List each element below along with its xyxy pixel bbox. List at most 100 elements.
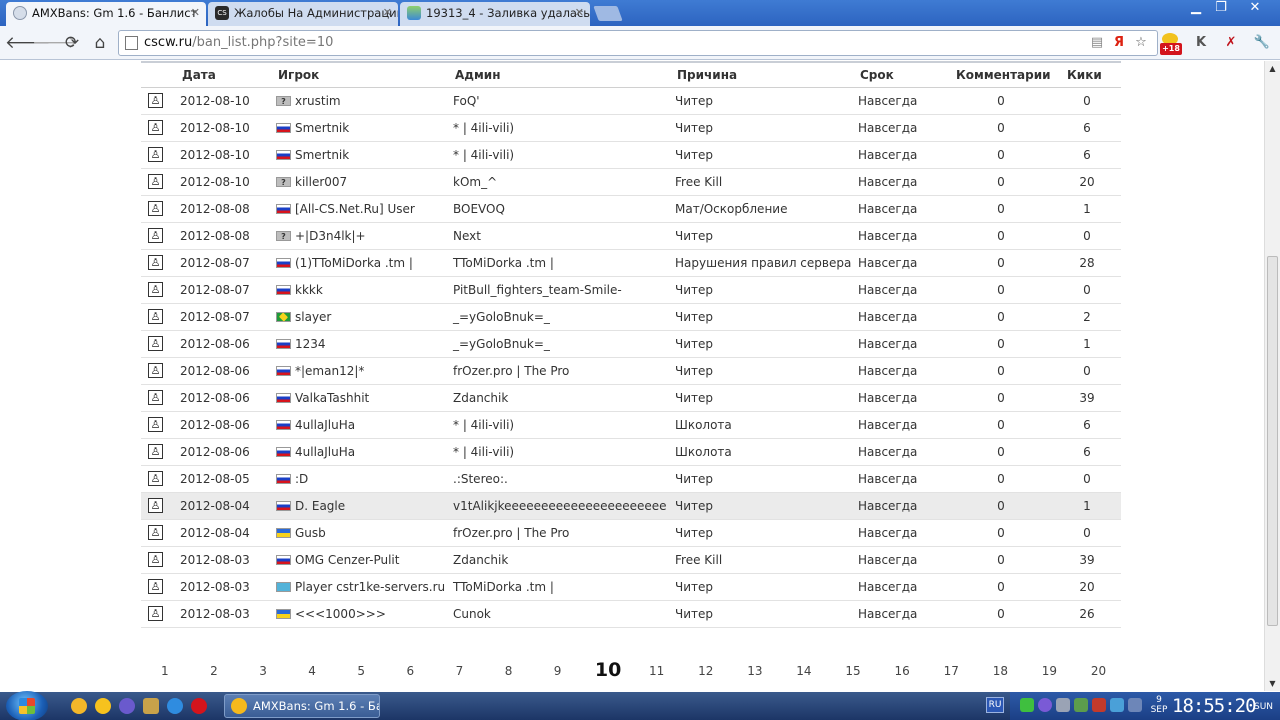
page-action-icon[interactable]: ▤	[1089, 35, 1105, 51]
tray-icon[interactable]	[1038, 698, 1052, 712]
table-row[interactable]: ♙ 2012-08-04 Gusb frOzer.pro | The Pro Читер…	[141, 520, 1121, 547]
ban-details-icon[interactable]: ♙	[148, 390, 163, 405]
wrench-icon[interactable]: 🔧	[1252, 33, 1272, 53]
bookmark-star-icon[interactable]: ☆	[1133, 35, 1149, 51]
ban-details-icon[interactable]: ♙	[148, 525, 163, 540]
table-row[interactable]: ♙ 2012-08-10? killer007 kOm_^ Free Kill Навсе…	[141, 169, 1121, 196]
page-link[interactable]: 7	[456, 664, 464, 678]
ban-details-icon[interactable]: ♙	[148, 471, 163, 486]
ban-details-icon[interactable]: ♙	[148, 552, 163, 567]
vertical-scrollbar[interactable]: ▲ ▼	[1264, 61, 1280, 691]
minimize-button[interactable]: ▁	[1183, 0, 1209, 18]
table-row[interactable]: ♙ 2012-08-07 slayer _=yGoloBnuk=_ Читер Навсе…	[141, 304, 1121, 331]
table-row[interactable]: ♙ 2012-08-07 kkkk PitBull_fighters_team-Smi…	[141, 277, 1121, 304]
scroll-down-arrow[interactable]: ▼	[1265, 676, 1280, 691]
ban-details-icon[interactable]: ♙	[148, 174, 163, 189]
language-indicator[interactable]: RU	[986, 697, 1004, 713]
page-link[interactable]: 6	[407, 664, 415, 678]
opera-icon[interactable]	[191, 698, 207, 714]
quicklaunch-icon[interactable]	[71, 698, 87, 714]
ban-details-icon[interactable]: ♙	[148, 336, 163, 351]
ban-details-icon[interactable]: ♙	[148, 444, 163, 459]
page-link[interactable]: 16	[895, 664, 910, 678]
page-link[interactable]: 3	[259, 664, 267, 678]
ban-details-icon[interactable]: ♙	[148, 120, 163, 135]
tray-icon[interactable]	[1128, 698, 1142, 712]
quicklaunch-icon[interactable]	[119, 698, 135, 714]
ban-details-icon[interactable]: ♙	[148, 147, 163, 162]
page-link[interactable]: 12	[698, 664, 713, 678]
reload-button[interactable]: ⟳	[61, 32, 83, 54]
extension-icon[interactable]: +18	[1160, 33, 1182, 55]
maximize-button[interactable]: ❐	[1208, 0, 1234, 18]
table-row[interactable]: ♙ 2012-08-06 1234 _=yGoloBnuk=_ Читер Навсегд…	[141, 331, 1121, 358]
tab-complaints[interactable]: CS Жалобы На Администрацию ✕	[208, 2, 398, 26]
ban-details-icon[interactable]: ♙	[148, 282, 163, 297]
table-row[interactable]: ♙ 2012-08-06 4ullaJluHa * | 4ili-vili) Школо…	[141, 412, 1121, 439]
table-row[interactable]: ♙ 2012-08-03 Player cstr1ke-servers.ru TToM…	[141, 574, 1121, 601]
tray-icon[interactable]	[1110, 698, 1124, 712]
ban-details-icon[interactable]: ♙	[148, 309, 163, 324]
table-row[interactable]: ♙ 2012-08-08? +|D3n4lk|+ Next Читер Навсегда 0…	[141, 223, 1121, 250]
page-link[interactable]: 5	[357, 664, 365, 678]
ban-details-icon[interactable]: ♙	[148, 579, 163, 594]
home-button[interactable]: ⌂	[89, 32, 111, 54]
table-row[interactable]: ♙ 2012-08-10 Smertnik * | 4ili-vili) Читер На…	[141, 142, 1121, 169]
page-link[interactable]: 9	[554, 664, 562, 678]
yandex-icon[interactable]: Я	[1111, 35, 1127, 51]
page-link[interactable]: 2	[210, 664, 218, 678]
tray-check-icon[interactable]	[1020, 698, 1034, 712]
table-row[interactable]: ♙ 2012-08-05:D .:Stereo:. Читер Навсегда 0 0	[141, 466, 1121, 493]
tab-upload[interactable]: 19313_4 - Заливка удалась - ✕	[400, 2, 590, 26]
table-row[interactable]: ♙ 2012-08-03 OMG Cenzer-Pulit Zdanchik Free …	[141, 547, 1121, 574]
page-link[interactable]: 1	[161, 664, 169, 678]
ban-details-icon[interactable]: ♙	[148, 606, 163, 621]
ban-details-icon[interactable]: ♙	[148, 255, 163, 270]
tray-volume-icon[interactable]	[1092, 698, 1106, 712]
ie-icon[interactable]	[167, 698, 183, 714]
table-row[interactable]: ♙ 2012-08-04 D. Eagle v1tAlikjkeeeeeeeeeeee…	[141, 493, 1121, 520]
table-row[interactable]: ♙ 2012-08-06 ValkaTashhit Zdanchik Читер Навс…	[141, 385, 1121, 412]
current-page[interactable]: 10	[595, 659, 621, 681]
page-link[interactable]: 17	[944, 664, 959, 678]
kaspersky-k-icon[interactable]: K	[1191, 33, 1211, 53]
close-icon[interactable]: ✕	[575, 2, 584, 24]
start-button[interactable]	[6, 691, 48, 720]
page-link[interactable]: 19	[1042, 664, 1057, 678]
kaspersky-block-icon[interactable]: ✗	[1221, 33, 1241, 53]
table-row[interactable]: ♙ 2012-08-10? xrustim FoQ' Читер Навсегда 0 0	[141, 88, 1121, 115]
address-bar[interactable]: cscw.ru/ban_list.php?site=10 ▤ Я ☆	[118, 30, 1158, 56]
taskbar-window-button[interactable]: AMXBans: Gm 1.6 - Ба...	[224, 694, 380, 718]
page-link[interactable]: 15	[845, 664, 860, 678]
ban-details-icon[interactable]: ♙	[148, 201, 163, 216]
table-row[interactable]: ♙ 2012-08-03 <<<1000>>> Cunok Читер Навсегда 0…	[141, 601, 1121, 628]
ban-details-icon[interactable]: ♙	[148, 93, 163, 108]
ban-details-icon[interactable]: ♙	[148, 417, 163, 432]
table-row[interactable]: ♙ 2012-08-06 4ullaJluHa * | 4ili-vili) Школо…	[141, 439, 1121, 466]
close-window-button[interactable]: ✕	[1240, 0, 1270, 18]
table-row[interactable]: ♙ 2012-08-08 [All-CS.Net.Ru] User BOEVOQ Мат…	[141, 196, 1121, 223]
back-button[interactable]: 🡐	[5, 32, 51, 54]
page-link[interactable]: 8	[505, 664, 513, 678]
quicklaunch-icon[interactable]	[95, 698, 111, 714]
close-icon[interactable]: ✕	[191, 2, 200, 24]
ban-details-icon[interactable]: ♙	[148, 498, 163, 513]
page-link[interactable]: 14	[796, 664, 811, 678]
quicklaunch-icon[interactable]	[143, 698, 159, 714]
ban-details-icon[interactable]: ♙	[148, 228, 163, 243]
page-link[interactable]: 20	[1091, 664, 1106, 678]
address-url[interactable]: cscw.ru/ban_list.php?site=10	[144, 31, 333, 55]
tray-icon[interactable]	[1056, 698, 1070, 712]
scroll-up-arrow[interactable]: ▲	[1265, 61, 1280, 76]
table-row[interactable]: ♙ 2012-08-10 Smertnik * | 4ili-vili) Читер На…	[141, 115, 1121, 142]
forward-button[interactable]: 🡒	[32, 32, 78, 54]
table-row[interactable]: ♙ 2012-08-07 (1)TToMiDorka .tm | TToMiDorka…	[141, 250, 1121, 277]
page-link[interactable]: 13	[747, 664, 762, 678]
page-link[interactable]: 4	[308, 664, 316, 678]
page-link[interactable]: 11	[649, 664, 664, 678]
close-icon[interactable]: ✕	[383, 2, 392, 24]
page-link[interactable]: 18	[993, 664, 1008, 678]
table-row[interactable]: ♙ 2012-08-06 *|eman12|* frOzer.pro | The Pr…	[141, 358, 1121, 385]
tray-clock[interactable]: 18:55:20	[1172, 694, 1257, 718]
new-tab-button[interactable]	[593, 6, 623, 21]
